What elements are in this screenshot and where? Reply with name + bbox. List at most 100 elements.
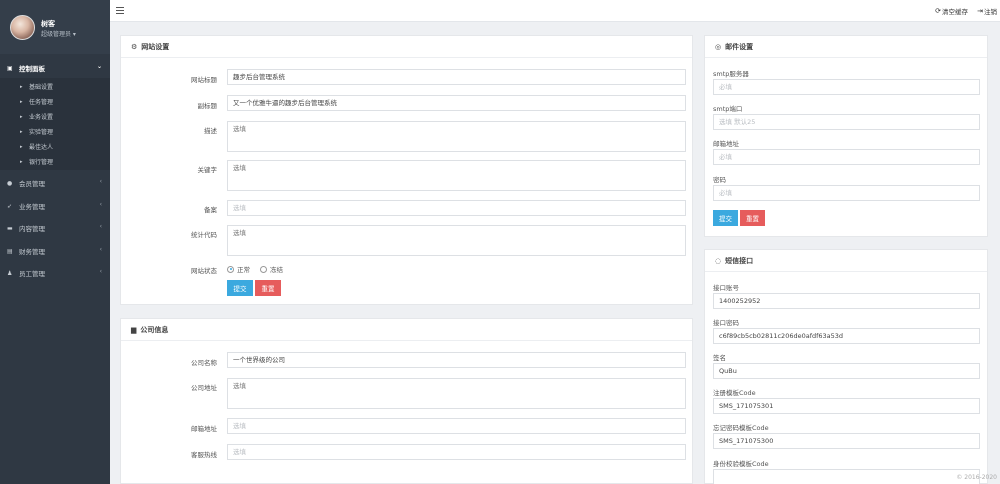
status-frozen-radio[interactable]: 冻结 xyxy=(260,264,283,274)
nav-staff[interactable]: ♟ 员工管理 ‹ xyxy=(0,264,110,282)
top-bar: ⟳ 清空缓存 ⇥ 注销 xyxy=(110,0,1000,22)
description-textarea[interactable] xyxy=(227,121,686,152)
sms-password-label: 接口密码 xyxy=(713,319,739,327)
record-label: 备案 xyxy=(204,206,217,214)
logout-icon: ⇥ xyxy=(977,7,983,15)
stats-code-textarea[interactable] xyxy=(227,225,686,256)
website-settings-panel: ⚙ 网站设置 网站标题 趣步后台管理系统 副标题 又一个优雅牛逼的趣步后台管理系统… xyxy=(120,35,693,305)
content-icon: ▬ xyxy=(7,224,13,232)
site-status-label: 网站状态 xyxy=(191,267,217,275)
mail-address-label: 邮箱地址 xyxy=(713,140,739,148)
subnav-bank-management[interactable]: ▸ 银行管理 xyxy=(0,154,110,169)
nav-business[interactable]: ➶ 业务管理 ‹ xyxy=(0,197,110,215)
subnav-task-management[interactable]: ▸ 任务管理 xyxy=(0,94,110,109)
panel-header: ◌ 短信接口 xyxy=(705,250,987,272)
avatar[interactable] xyxy=(10,15,35,40)
nav-content[interactable]: ▬ 内容管理 ‹ xyxy=(0,219,110,237)
dashboard-icon: ▣ xyxy=(7,64,13,72)
mail-submit-button[interactable]: 提交 xyxy=(713,210,738,226)
nav-finance[interactable]: ▤ 财务管理 ‹ xyxy=(0,242,110,260)
panel-header: ◎ 邮件设置 xyxy=(705,36,987,58)
subnav-experiment-management[interactable]: ▸ 实验管理 xyxy=(0,124,110,139)
sms-account-input[interactable]: 1400252952 xyxy=(713,293,980,309)
forget-code-input[interactable]: SMS_171075300 xyxy=(713,433,980,449)
caret-right-icon: ▸ xyxy=(20,158,23,165)
company-address-textarea[interactable] xyxy=(227,378,686,409)
smtp-server-input[interactable]: 必填 xyxy=(713,79,980,95)
finance-icon: ▤ xyxy=(7,247,13,255)
logout-button[interactable]: ⇥ 注销 xyxy=(977,6,997,16)
caret-right-icon: ▸ xyxy=(20,83,23,90)
rocket-icon: ➶ xyxy=(7,202,13,210)
company-info-panel: ▆公司信息 公司名称 一个世界级的公司 公司地址 邮箱地址 选填 客服热线 选填 xyxy=(120,318,693,484)
subnav-best-experts[interactable]: ▸ 最佳达人 xyxy=(0,139,110,154)
keywords-textarea[interactable] xyxy=(227,160,686,191)
panel-header: ⚙ 网站设置 xyxy=(121,36,692,58)
dashboard-submenu: ▸ 基础设置 ▸ 任务管理 ▸ 业务设置 ▸ 实验管理 ▸ 最佳达人 ▸ 银行管理 xyxy=(0,78,110,170)
description-label: 描述 xyxy=(204,127,217,135)
smtp-server-label: smtp服务器 xyxy=(713,70,749,78)
copyright: © 2016-2020 xyxy=(956,474,997,481)
caret-right-icon: ▸ xyxy=(20,113,23,120)
clear-cache-button[interactable]: ⟳ 清空缓存 xyxy=(935,6,968,16)
email-icon: ◎ xyxy=(715,42,722,51)
chevron-left-icon: ‹ xyxy=(99,268,102,275)
subtitle-label: 副标题 xyxy=(197,102,218,110)
subnav-business-settings[interactable]: ▸ 业务设置 xyxy=(0,109,110,124)
subtitle-input[interactable]: 又一个优雅牛逼的趣步后台管理系统 xyxy=(227,95,686,111)
site-title-input[interactable]: 趣步后台管理系统 xyxy=(227,69,686,85)
user-icon: ● xyxy=(7,179,13,187)
mail-password-input[interactable]: 必填 xyxy=(713,185,980,201)
sms-sign-label: 签名 xyxy=(713,354,726,362)
caret-right-icon: ▸ xyxy=(20,128,23,135)
mail-settings-panel: ◎ 邮件设置 smtp服务器 必填 smtp端口 选填 默认25 邮箱地址 必填 … xyxy=(704,35,988,237)
company-email-input[interactable]: 选填 xyxy=(227,418,686,434)
gear-icon: ⚙ xyxy=(131,42,138,51)
reg-code-input[interactable]: SMS_171075301 xyxy=(713,398,980,414)
chevron-left-icon: ‹ xyxy=(99,178,102,185)
user-profile: 树客 超级管理员 ▾ xyxy=(0,0,110,54)
mail-address-input[interactable]: 必填 xyxy=(713,149,980,165)
record-input[interactable]: 选填 xyxy=(227,200,686,216)
chevron-down-icon: ⌄ xyxy=(96,63,102,70)
chevron-left-icon: ‹ xyxy=(99,201,102,208)
nav-dashboard[interactable]: ▣ 控制面板 ⌄ xyxy=(0,59,110,77)
verify-code-label: 身份校验模板Code xyxy=(713,460,769,468)
caret-right-icon: ▸ xyxy=(20,143,23,150)
forget-code-label: 忘记密码模板Code xyxy=(713,424,769,432)
smtp-port-label: smtp端口 xyxy=(713,105,743,113)
staff-icon: ♟ xyxy=(7,269,13,277)
sms-password-input[interactable]: c6f89cb5cb02811c206de0afdf63a53d xyxy=(713,328,980,344)
chevron-left-icon: ‹ xyxy=(99,223,102,230)
mail-reset-button[interactable]: 重置 xyxy=(740,210,765,226)
user-name: 树客 xyxy=(41,20,55,28)
sms-interface-panel: ◌ 短信接口 接口账号 1400252952 接口密码 c6f89cb5cb028… xyxy=(704,249,988,484)
smtp-port-input[interactable]: 选填 默认25 xyxy=(713,114,980,130)
reg-code-label: 注册模板Code xyxy=(713,389,756,397)
sidebar: 树客 超级管理员 ▾ ▣ 控制面板 ⌄ ▸ 基础设置 ▸ 任务管理 ▸ 业务设置 ▸ 实… xyxy=(0,0,110,484)
company-name-label: 公司名称 xyxy=(191,359,217,367)
menu-toggle-icon[interactable] xyxy=(116,7,124,14)
company-name-input[interactable]: 一个世界级的公司 xyxy=(227,352,686,368)
panel-header: ▆ 公司信息 xyxy=(121,319,692,341)
caret-right-icon: ▸ xyxy=(20,98,23,105)
status-normal-radio[interactable]: 正常 xyxy=(227,264,250,274)
nav-members[interactable]: ● 会员管理 ‹ xyxy=(0,174,110,192)
hotline-label: 客服热线 xyxy=(191,451,217,459)
site-title-label: 网站标题 xyxy=(191,76,217,84)
website-submit-button[interactable]: 提交 xyxy=(227,280,253,296)
hotline-input[interactable]: 选填 xyxy=(227,444,686,460)
subnav-basic-settings[interactable]: ▸ 基础设置 xyxy=(0,79,110,94)
verify-code-input[interactable] xyxy=(713,469,980,484)
building-icon: ▆ xyxy=(131,325,137,334)
website-reset-button[interactable]: 重置 xyxy=(255,280,281,296)
user-role-dropdown[interactable]: 超级管理员 ▾ xyxy=(41,29,76,38)
company-address-label: 公司地址 xyxy=(191,384,217,392)
sms-sign-input[interactable]: QuBu xyxy=(713,363,980,379)
keywords-label: 关键字 xyxy=(197,166,218,174)
chevron-left-icon: ‹ xyxy=(99,246,102,253)
nav-label: 控制面板 xyxy=(19,65,45,73)
chat-icon: ◌ xyxy=(715,256,722,265)
sms-account-label: 接口账号 xyxy=(713,284,739,292)
mail-password-label: 密码 xyxy=(713,176,726,184)
